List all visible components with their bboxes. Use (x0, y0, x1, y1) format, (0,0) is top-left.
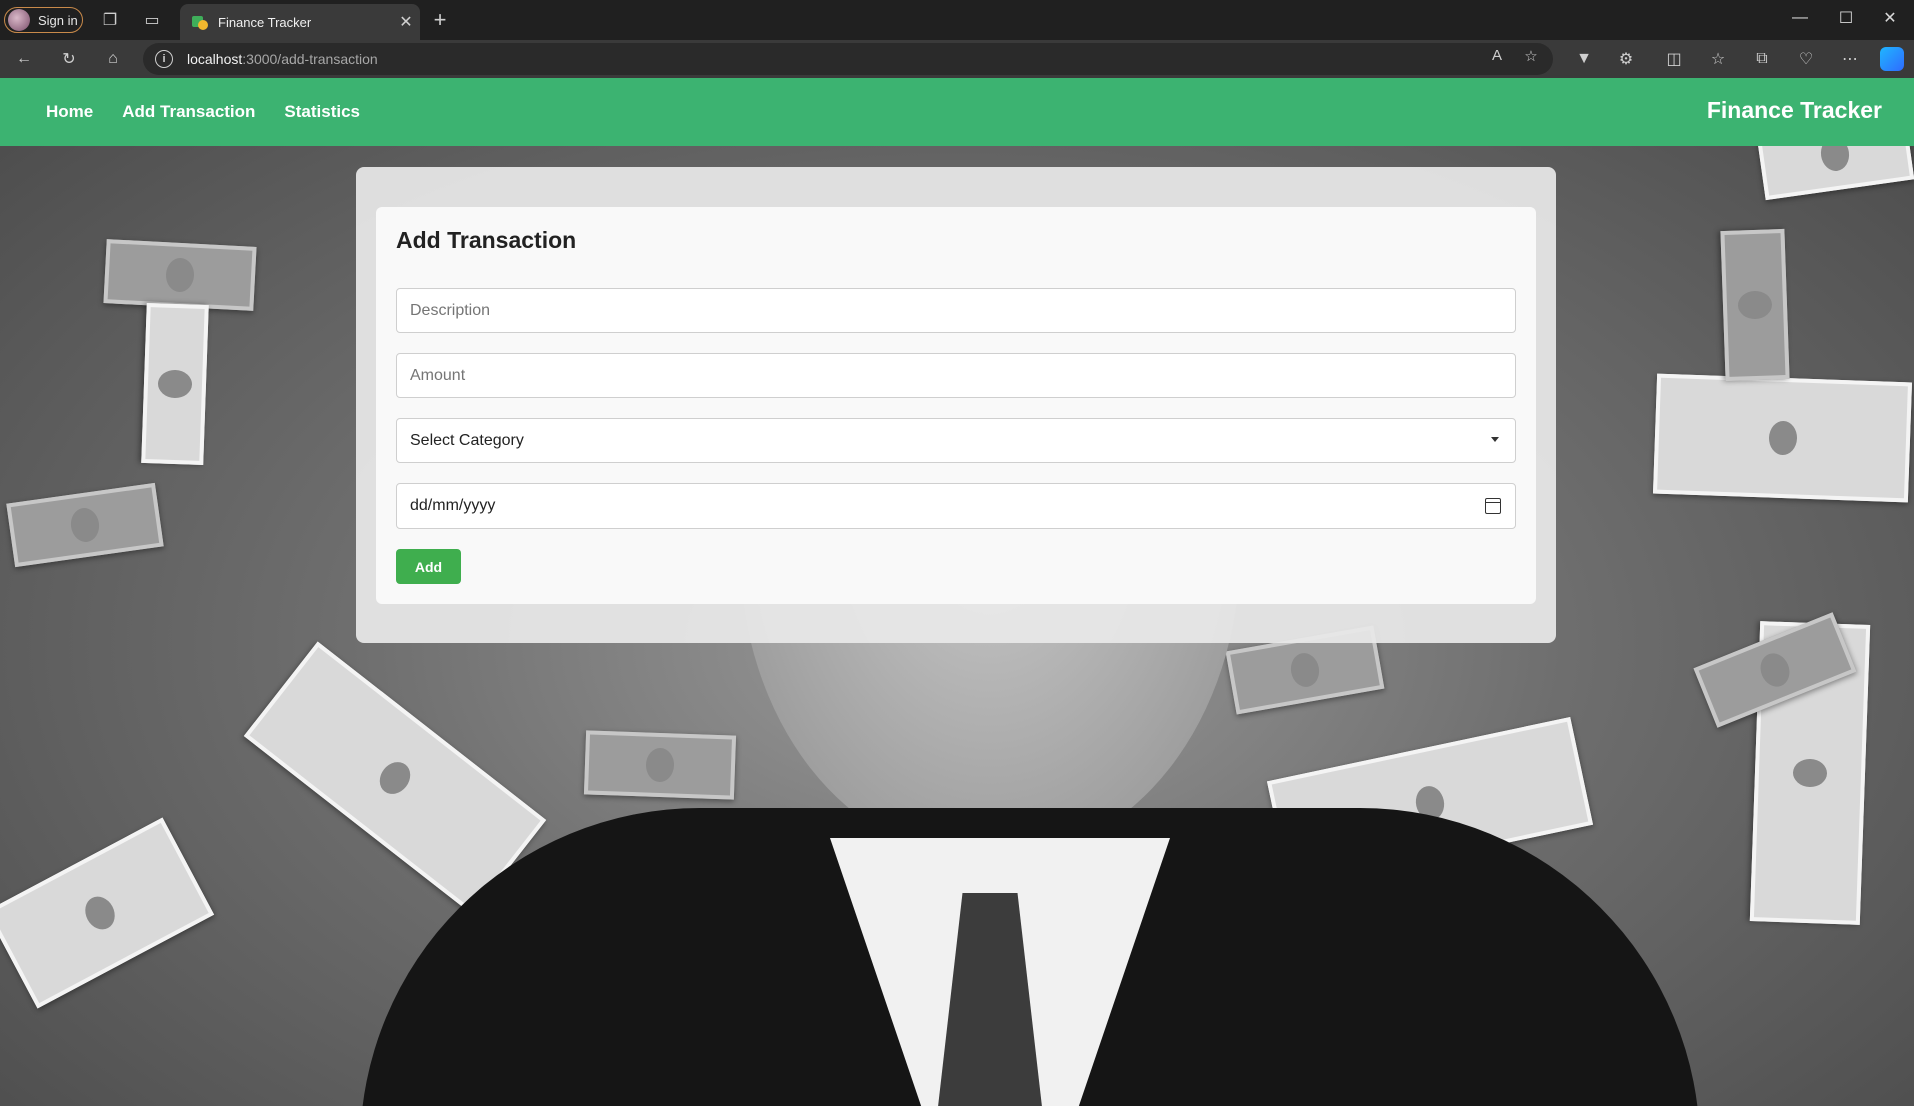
dollar-bill-image (0, 817, 215, 1009)
read-aloud-icon[interactable]: A (1485, 47, 1509, 65)
navbar: Home Add Transaction Statistics Finance … (0, 78, 1914, 146)
profile-label: Sign in (38, 12, 78, 28)
category-selected-value: Select Category (410, 431, 524, 449)
workspaces-icon[interactable]: ❐ (96, 6, 124, 34)
address-path: :3000/add-transaction (242, 51, 378, 67)
browser-essentials-icon[interactable]: ♡ (1792, 45, 1820, 73)
nav-link-statistics[interactable]: Statistics (284, 102, 360, 122)
refresh-icon[interactable]: ↻ (55, 45, 83, 73)
more-options-icon[interactable]: ⋯ (1836, 45, 1864, 73)
brand-title: Finance Tracker (1706, 97, 1882, 123)
add-button[interactable]: Add (396, 549, 461, 584)
address-host: localhost (187, 51, 243, 67)
maximize-icon[interactable]: ☐ (1826, 4, 1866, 32)
address-bar[interactable]: i localhost :3000/add-transaction A ☆ (143, 43, 1553, 75)
tab-title: Finance Tracker (218, 14, 312, 30)
nav-link-home[interactable]: Home (46, 102, 93, 122)
home-icon[interactable]: ⌂ (99, 45, 127, 73)
dollar-bill-image (1720, 228, 1790, 382)
dollar-bill-image (141, 302, 209, 466)
new-tab-icon[interactable]: + (426, 6, 454, 34)
back-icon[interactable]: ← (10, 45, 38, 73)
collections-icon[interactable]: ⧉ (1748, 45, 1776, 73)
description-input[interactable]: Description (396, 288, 1516, 333)
tab-actions-icon[interactable]: ▭ (138, 6, 166, 34)
category-select[interactable]: Select Category (396, 418, 1516, 463)
browser-toolbar: ← ↻ ⌂ i localhost :3000/add-transaction … (0, 40, 1914, 78)
profile-button[interactable]: Sign in (4, 7, 83, 33)
favorites-icon[interactable]: ☆ (1704, 45, 1732, 73)
dollar-bill-image (6, 482, 164, 568)
dollar-bill-image (1652, 373, 1913, 503)
minimize-icon[interactable]: — (1780, 4, 1820, 32)
dollar-bill-image (103, 239, 257, 311)
date-placeholder: dd/mm/yyyy (410, 497, 496, 514)
extension-icon[interactable]: ▼ (1570, 45, 1598, 73)
chevron-down-icon (1491, 437, 1499, 442)
close-tab-icon[interactable]: ✕ (392, 12, 420, 32)
extensions-puzzle-icon[interactable]: ⚙ (1612, 45, 1640, 73)
amount-input[interactable]: Amount (396, 353, 1516, 398)
amount-placeholder: Amount (410, 366, 466, 384)
dollar-bill-image (583, 730, 737, 800)
finance-favicon-icon (192, 14, 208, 30)
description-placeholder: Description (410, 301, 491, 319)
page-title: Add Transaction (396, 227, 577, 253)
calendar-icon[interactable] (1485, 498, 1501, 514)
add-transaction-card: Add Transaction Description Amount Selec… (376, 207, 1536, 604)
browser-tab[interactable]: Finance Tracker ✕ (180, 4, 420, 40)
split-screen-icon[interactable]: ◫ (1660, 45, 1688, 73)
form-container: Add Transaction Description Amount Selec… (356, 167, 1556, 643)
copilot-icon[interactable] (1880, 47, 1904, 71)
nav-link-add-transaction[interactable]: Add Transaction (122, 102, 255, 122)
avatar (8, 9, 30, 31)
favorite-star-icon[interactable]: ☆ (1519, 47, 1543, 65)
close-window-icon[interactable]: ✕ (1870, 4, 1910, 32)
date-input[interactable]: dd/mm/yyyy (396, 483, 1516, 529)
site-info-icon[interactable]: i (155, 50, 173, 68)
web-page: Home Add Transaction Statistics Finance … (0, 78, 1914, 1106)
browser-titlebar: Sign in ❐ ▭ Finance Tracker ✕ + — ☐ ✕ (0, 0, 1914, 40)
